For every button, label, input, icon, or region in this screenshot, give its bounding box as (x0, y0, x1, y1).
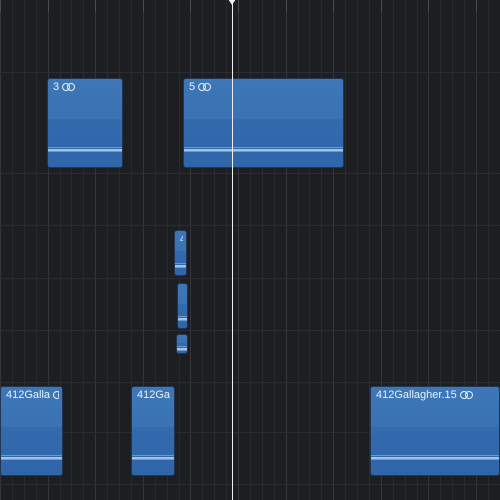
stereo-icon (198, 83, 213, 92)
waveform (1, 457, 62, 459)
waveform (371, 457, 499, 459)
region-label: 4 (180, 233, 183, 246)
region-label: 412Galla (6, 389, 50, 402)
waveform (132, 457, 174, 459)
waveform (177, 348, 187, 350)
region-header: 3 (53, 81, 119, 94)
waveform (48, 149, 122, 151)
region-header: 412Ga (137, 389, 171, 402)
playhead[interactable] (232, 0, 233, 500)
region-label: 412Gallagher.15 (376, 389, 457, 402)
region-label: 5 (189, 81, 195, 94)
region-header: 5 (189, 81, 340, 94)
stereo-icon (53, 391, 59, 400)
audio-region[interactable] (176, 334, 188, 354)
stereo-icon (62, 83, 77, 92)
region-label: 3 (53, 81, 59, 94)
stereo-icon (460, 391, 475, 400)
region-label: 412Ga (137, 389, 170, 402)
audio-region[interactable]: 412Galla (0, 386, 63, 476)
waveform (175, 265, 186, 267)
region-header: 412Gallagher.15 (376, 389, 496, 402)
region-header: 412Galla (6, 389, 59, 402)
region-header: 4 (180, 233, 183, 246)
audio-region[interactable] (177, 283, 188, 329)
waveform (184, 149, 343, 151)
audio-region[interactable]: 4 (174, 230, 187, 276)
audio-region[interactable]: 5 (183, 78, 344, 168)
audio-region[interactable]: 3 (47, 78, 123, 168)
waveform (178, 318, 187, 320)
audio-region[interactable]: 412Ga (131, 386, 175, 476)
audio-region[interactable]: 412Gallagher.15 (370, 386, 500, 476)
timeline-arrange-area[interactable]: 3 5 4 412Galla 412Ga 412Gallagher.15 (0, 0, 500, 500)
